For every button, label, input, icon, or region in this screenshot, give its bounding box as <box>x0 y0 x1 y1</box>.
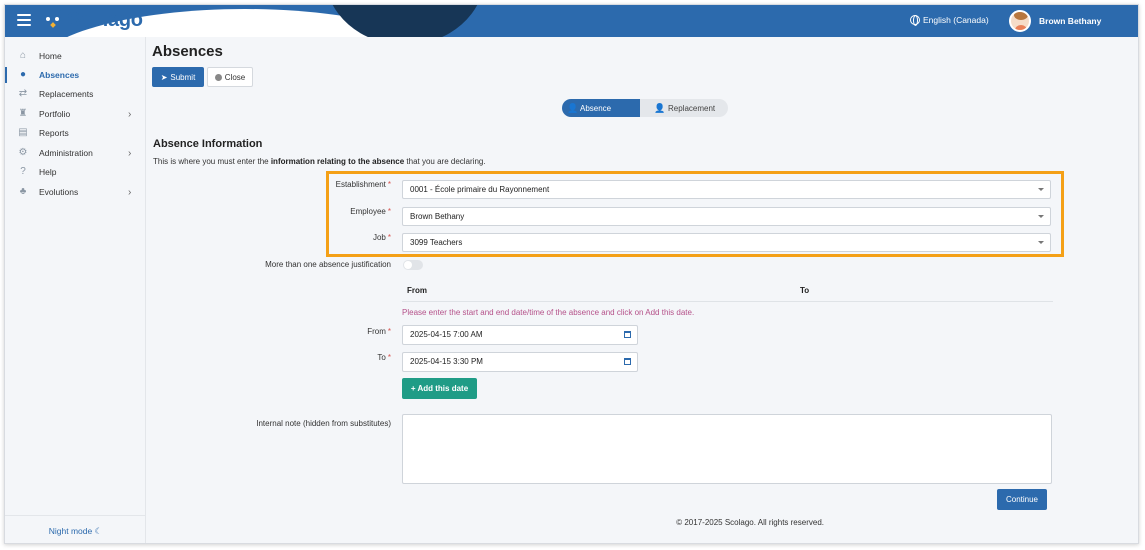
sidebar-item-label: Help <box>39 167 57 177</box>
plant-icon: ♣ <box>19 186 27 197</box>
sidebar-item-replacements[interactable]: ⇄ Replacements <box>5 85 146 103</box>
from-label: From * <box>367 327 391 336</box>
person-icon: 👤 <box>654 103 666 113</box>
caret-down-icon <box>1038 188 1044 191</box>
wizard-stepper: 👤 Absence 👤 Replacement <box>562 99 728 117</box>
chevron-right-icon: › <box>128 186 132 198</box>
caret-down-icon <box>1038 215 1044 218</box>
internal-note-label: Internal note (hidden from substitutes) <box>256 419 391 428</box>
calendar-icon[interactable] <box>624 358 631 365</box>
sidebar-item-evolutions[interactable]: ♣ Evolutions › <box>5 183 146 201</box>
add-date-button[interactable]: + Add this date <box>402 378 477 399</box>
sidebar-item-home[interactable]: ⌂ Home <box>5 47 146 65</box>
trophy-icon: ♜ <box>18 108 28 119</box>
job-select[interactable]: 3099 Teachers <box>402 233 1051 252</box>
to-label: To * <box>377 353 391 362</box>
step-absence[interactable]: 👤 Absence <box>562 99 648 117</box>
establishment-value: 0001 - École primaire du Rayonnement <box>410 185 550 194</box>
main-content: Absences ➤ Submit Close 👤 Absence 👤 Repl… <box>146 37 1138 543</box>
sidebar-item-label: Evolutions <box>39 187 79 197</box>
close-circle-icon <box>214 73 222 81</box>
globe-icon <box>910 15 920 26</box>
calendar-icon[interactable] <box>624 331 631 338</box>
sidebar: ⌂ Home ● Absences ⇄ Replacements ♜ Portf… <box>5 37 146 543</box>
top-bar: Scolago English (Canada) Brown Bethany <box>5 5 1138 37</box>
user-name: Brown Bethany <box>1039 16 1102 26</box>
absences-icon: ● <box>19 69 27 80</box>
add-date-label: Add this date <box>417 384 469 393</box>
multi-justification-toggle[interactable] <box>403 260 423 270</box>
plus-icon: + <box>410 384 416 393</box>
from-date-value: 2025-04-15 7:00 AM <box>410 330 483 339</box>
sidebar-item-portfolio[interactable]: ♜ Portfolio › <box>5 105 146 123</box>
language-selector[interactable]: English (Canada) <box>910 15 989 26</box>
question-icon: ? <box>20 166 26 177</box>
column-header-to: To <box>800 286 810 295</box>
step-label: Replacement <box>668 103 716 113</box>
sidebar-item-label: Home <box>39 51 62 61</box>
sidebar-item-absences[interactable]: ● Absences <box>5 66 146 84</box>
brand-logo-text[interactable]: Scolago <box>67 9 143 32</box>
reports-icon: ▤ <box>18 127 28 138</box>
sidebar-item-label: Portfolio <box>39 109 71 119</box>
step-replacement[interactable]: 👤 Replacement <box>640 99 728 117</box>
gear-icon: ⚙ <box>18 147 28 158</box>
send-icon: ➤ <box>160 72 168 82</box>
divider <box>402 301 1053 302</box>
submit-button[interactable]: ➤ Submit <box>152 67 204 87</box>
person-icon: 👤 <box>567 103 579 113</box>
replacements-icon: ⇄ <box>18 88 28 99</box>
sidebar-item-label: Replacements <box>39 89 94 99</box>
chevron-right-icon: › <box>128 108 132 120</box>
internal-note-textarea[interactable] <box>402 414 1052 484</box>
menu-toggle-icon[interactable] <box>17 14 31 26</box>
owl-logo-icon <box>42 10 64 31</box>
job-label: Job * <box>372 233 391 242</box>
caret-down-icon <box>1038 241 1044 244</box>
close-label: Close <box>224 72 246 82</box>
to-date-value: 2025-04-15 3:30 PM <box>410 357 483 366</box>
section-title: Absence Information <box>153 138 263 150</box>
night-mode-label: Night mode <box>48 526 93 536</box>
section-description: This is where you must enter the informa… <box>153 157 486 166</box>
submit-label: Submit <box>170 72 196 82</box>
continue-button[interactable]: Continue <box>997 489 1047 510</box>
employee-label: Employee * <box>350 207 391 216</box>
sidebar-item-label: Absences <box>39 70 80 80</box>
from-date-input[interactable]: 2025-04-15 7:00 AM <box>402 325 638 345</box>
column-header-from: From <box>407 286 427 295</box>
chevron-right-icon: › <box>128 147 132 159</box>
establishment-label: Establishment * <box>335 180 391 189</box>
avatar <box>1009 10 1031 32</box>
moon-icon: ☾ <box>94 526 103 536</box>
date-hint: Please enter the start and end date/time… <box>402 308 695 317</box>
user-menu[interactable]: Brown Bethany <box>1009 10 1101 32</box>
employee-select[interactable]: Brown Bethany <box>402 207 1051 226</box>
home-icon: ⌂ <box>19 50 27 61</box>
app-window: Scolago English (Canada) Brown Bethany ⌂… <box>4 4 1139 544</box>
multi-justification-label: More than one absence justification <box>265 260 391 269</box>
to-date-input[interactable]: 2025-04-15 3:30 PM <box>402 352 638 372</box>
language-label: English (Canada) <box>923 15 989 25</box>
sidebar-item-administration[interactable]: ⚙ Administration › <box>5 144 146 162</box>
establishment-select[interactable]: 0001 - École primaire du Rayonnement <box>402 180 1051 199</box>
employee-value: Brown Bethany <box>410 212 465 221</box>
sidebar-item-label: Reports <box>39 128 69 138</box>
sidebar-item-reports[interactable]: ▤ Reports <box>5 124 146 142</box>
sidebar-item-help[interactable]: ? Help <box>5 163 146 181</box>
page-title: Absences <box>152 43 223 60</box>
sidebar-item-label: Administration <box>39 148 93 158</box>
night-mode-toggle[interactable]: Night mode ☾ <box>5 515 146 543</box>
close-button[interactable]: Close <box>207 67 253 87</box>
job-value: 3099 Teachers <box>410 238 463 247</box>
step-label: Absence <box>580 103 612 113</box>
footer-copyright: © 2017-2025 Scolago. All rights reserved… <box>676 518 824 527</box>
